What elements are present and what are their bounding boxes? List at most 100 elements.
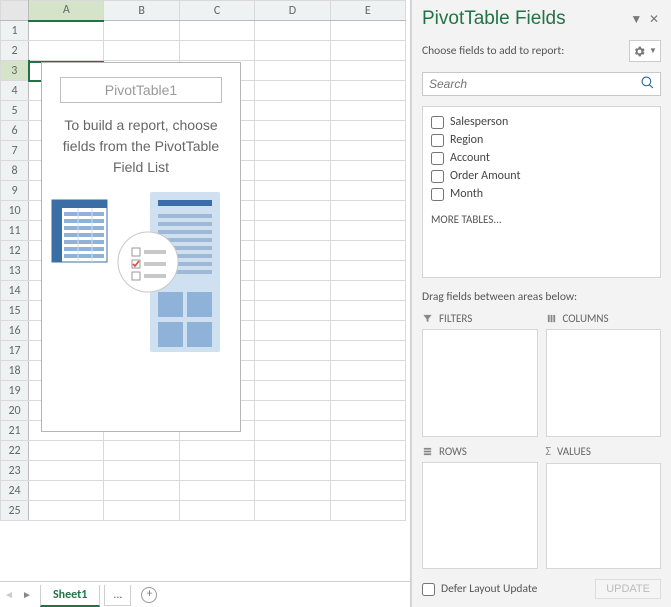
cell[interactable] — [29, 481, 104, 501]
field-item[interactable]: Salesperson — [431, 113, 652, 131]
row-header[interactable]: 21 — [1, 421, 29, 441]
col-header[interactable]: D — [255, 1, 330, 21]
cell[interactable] — [330, 181, 405, 201]
cell[interactable] — [330, 441, 405, 461]
cell[interactable] — [330, 101, 405, 121]
rows-dropzone[interactable] — [422, 462, 538, 570]
values-dropzone[interactable] — [546, 463, 662, 570]
filters-dropzone[interactable] — [422, 329, 538, 437]
cell[interactable] — [104, 41, 179, 61]
cell[interactable] — [330, 281, 405, 301]
search-icon[interactable] — [641, 76, 654, 93]
row-header[interactable]: 13 — [1, 261, 29, 281]
fields-layout-button[interactable]: ▼ — [629, 40, 661, 62]
cell[interactable] — [104, 501, 179, 521]
field-item[interactable]: Region — [431, 131, 652, 149]
cell[interactable] — [330, 461, 405, 481]
row-header[interactable]: 12 — [1, 241, 29, 261]
row-header[interactable]: 7 — [1, 141, 29, 161]
cell[interactable] — [255, 501, 330, 521]
row-header[interactable]: 22 — [1, 441, 29, 461]
row-header[interactable]: 4 — [1, 81, 29, 101]
cell[interactable] — [255, 201, 330, 221]
cell[interactable] — [330, 381, 405, 401]
row-header[interactable]: 24 — [1, 481, 29, 501]
cell[interactable] — [330, 21, 405, 41]
row-header[interactable]: 9 — [1, 181, 29, 201]
pane-dropdown-icon[interactable]: ▼ — [630, 13, 644, 27]
cell[interactable] — [255, 441, 330, 461]
defer-checkbox-input[interactable] — [422, 583, 435, 596]
tab-nav-next-icon[interactable]: ► — [18, 588, 36, 601]
field-checkbox[interactable] — [431, 116, 444, 129]
cell[interactable] — [330, 141, 405, 161]
cell[interactable] — [255, 41, 330, 61]
sheet-tab-overflow[interactable]: ... — [104, 585, 131, 606]
more-tables-link[interactable]: MORE TABLES... — [431, 213, 652, 226]
cell[interactable] — [255, 321, 330, 341]
col-header[interactable]: E — [330, 1, 405, 21]
field-checkbox[interactable] — [431, 134, 444, 147]
cell[interactable] — [330, 201, 405, 221]
cell[interactable] — [330, 301, 405, 321]
cell[interactable] — [255, 481, 330, 501]
cell[interactable] — [29, 441, 104, 461]
cell[interactable] — [255, 61, 330, 81]
row-header[interactable]: 18 — [1, 361, 29, 381]
row-header[interactable]: 19 — [1, 381, 29, 401]
row-header[interactable]: 3 — [1, 61, 29, 81]
cell[interactable] — [179, 461, 254, 481]
cell[interactable] — [255, 461, 330, 481]
row-header[interactable]: 16 — [1, 321, 29, 341]
cell[interactable] — [330, 261, 405, 281]
row-header[interactable]: 20 — [1, 401, 29, 421]
cell[interactable] — [330, 81, 405, 101]
cell[interactable] — [255, 121, 330, 141]
cell[interactable] — [255, 281, 330, 301]
cell[interactable] — [179, 41, 254, 61]
cell[interactable] — [255, 81, 330, 101]
row-header[interactable]: 10 — [1, 201, 29, 221]
field-checkbox[interactable] — [431, 152, 444, 165]
cell[interactable] — [29, 41, 104, 61]
pane-close-icon[interactable]: ✕ — [649, 13, 661, 27]
cell[interactable] — [255, 101, 330, 121]
cell[interactable] — [255, 301, 330, 321]
row-header[interactable]: 8 — [1, 161, 29, 181]
cell[interactable] — [255, 181, 330, 201]
field-item[interactable]: Account — [431, 149, 652, 167]
row-header[interactable]: 2 — [1, 41, 29, 61]
search-input[interactable] — [429, 77, 641, 91]
col-header[interactable]: A — [29, 1, 104, 21]
cell[interactable] — [255, 341, 330, 361]
cell[interactable] — [255, 401, 330, 421]
row-header[interactable]: 1 — [1, 21, 29, 41]
field-list[interactable]: SalespersonRegionAccountOrder AmountMont… — [422, 106, 661, 278]
cell[interactable] — [330, 341, 405, 361]
field-item[interactable]: Month — [431, 185, 652, 203]
cell[interactable] — [104, 21, 179, 41]
cell[interactable] — [255, 241, 330, 261]
cell[interactable] — [179, 481, 254, 501]
cell[interactable] — [255, 261, 330, 281]
cell[interactable] — [330, 161, 405, 181]
cell[interactable] — [330, 41, 405, 61]
cell[interactable] — [330, 501, 405, 521]
field-checkbox[interactable] — [431, 188, 444, 201]
cell[interactable] — [255, 21, 330, 41]
cell[interactable] — [330, 361, 405, 381]
cell[interactable] — [330, 121, 405, 141]
cell[interactable] — [330, 321, 405, 341]
cell[interactable] — [104, 461, 179, 481]
cell[interactable] — [330, 401, 405, 421]
field-search-box[interactable] — [422, 72, 661, 96]
new-sheet-button[interactable]: + — [141, 587, 157, 603]
cell[interactable] — [255, 421, 330, 441]
cell[interactable] — [104, 481, 179, 501]
tab-nav-prev-icon[interactable]: ◄ — [0, 588, 18, 601]
cell[interactable] — [29, 501, 104, 521]
row-header[interactable]: 14 — [1, 281, 29, 301]
cell[interactable] — [29, 21, 104, 41]
row-header[interactable]: 6 — [1, 121, 29, 141]
cell[interactable] — [29, 461, 104, 481]
